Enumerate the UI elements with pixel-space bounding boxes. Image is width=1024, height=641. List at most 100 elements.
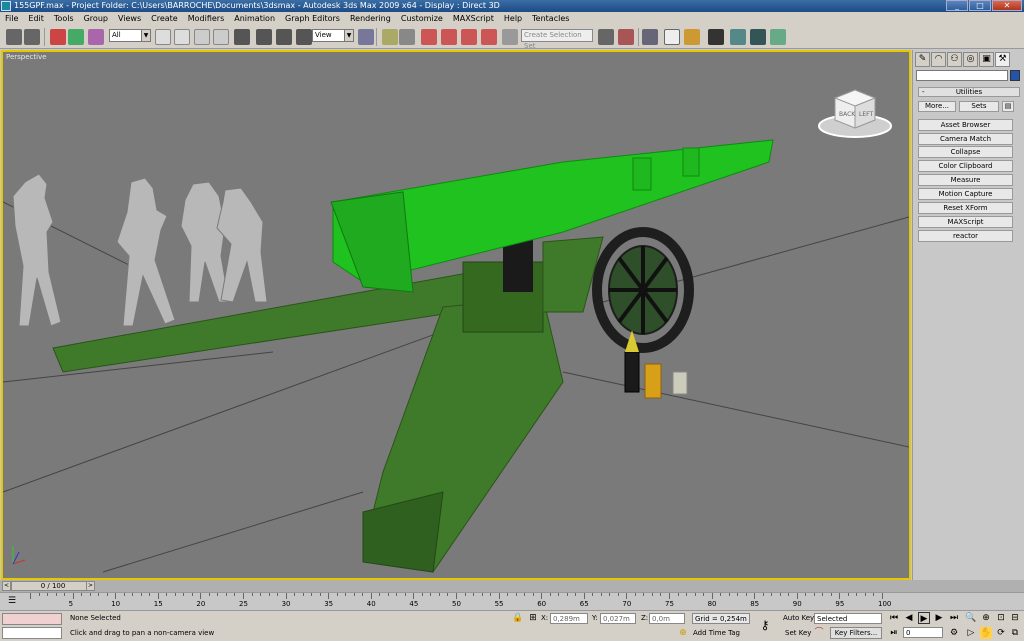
rendered-frame-window-icon[interactable] <box>750 29 766 45</box>
previous-frame-button[interactable]: < <box>2 581 11 591</box>
y-coordinate-field[interactable]: 0,027m <box>600 613 636 624</box>
set-key-button[interactable]: Set Key <box>785 628 811 639</box>
field-of-view-icon[interactable]: ▷ <box>965 627 977 639</box>
menu-customize[interactable]: Customize <box>396 12 448 25</box>
absolute-mode-icon[interactable]: ⊞ <box>527 612 539 624</box>
camera-match-button[interactable]: Camera Match <box>918 133 1013 145</box>
curve-editor-icon[interactable] <box>664 29 680 45</box>
previous-key-icon[interactable]: ◀ <box>903 612 915 624</box>
select-and-scale-icon[interactable] <box>276 29 292 45</box>
menu-file[interactable]: File <box>0 12 23 25</box>
select-and-rotate-icon[interactable] <box>256 29 272 45</box>
zoom-icon[interactable]: 🔍 <box>965 612 977 624</box>
z-coordinate-field[interactable]: 0,0m <box>649 613 685 624</box>
align-icon[interactable] <box>618 29 634 45</box>
reference-coordinate-dropdown[interactable]: View ▼ <box>312 29 354 42</box>
object-color-swatch[interactable] <box>1010 70 1020 81</box>
motion-capture-button[interactable]: Motion Capture <box>918 188 1013 200</box>
current-frame-field[interactable]: 0 <box>903 627 943 638</box>
rectangular-selection-icon[interactable] <box>194 29 210 45</box>
zoom-extents-all-icon[interactable]: ⊟ <box>1009 612 1021 624</box>
menu-graph-editors[interactable]: Graph Editors <box>280 12 345 25</box>
create-tab-icon[interactable]: ✎ <box>915 52 930 67</box>
motion-tab-icon[interactable]: ◎ <box>963 52 978 67</box>
go-to-end-icon[interactable]: ⏭ <box>948 612 960 624</box>
bind-space-warp-icon[interactable] <box>88 29 104 45</box>
menu-maxscript[interactable]: MAXScript <box>448 12 499 25</box>
undo-icon[interactable] <box>6 29 22 45</box>
auto-key-button[interactable]: Auto Key <box>783 613 814 624</box>
menu-animation[interactable]: Animation <box>229 12 280 25</box>
material-editor-icon[interactable] <box>708 29 724 45</box>
menu-rendering[interactable]: Rendering <box>345 12 396 25</box>
select-object-icon[interactable] <box>155 29 171 45</box>
viewport-label[interactable]: Perspective <box>6 53 47 61</box>
x-coordinate-field[interactable]: 0,289m <box>550 613 588 624</box>
reset-xform-button[interactable]: Reset XForm <box>918 202 1013 214</box>
key-mode-dropdown[interactable]: Selected <box>814 613 882 624</box>
add-time-tag[interactable]: Add Time Tag <box>693 628 740 639</box>
named-selection-sets-dropdown[interactable]: Create Selection Set <box>521 29 593 50</box>
object-name-field[interactable] <box>916 70 1008 81</box>
app-icon[interactable] <box>1 1 11 11</box>
select-and-squash-icon[interactable] <box>296 29 312 45</box>
window-crossing-icon[interactable] <box>213 29 229 45</box>
maximize-viewport-icon[interactable]: ⧉ <box>1009 627 1021 639</box>
use-pivot-center-icon[interactable] <box>358 29 374 45</box>
sets-button[interactable]: Sets <box>959 101 999 112</box>
configure-sets-icon[interactable]: ▤ <box>1002 101 1014 112</box>
zoom-extents-icon[interactable]: ⊡ <box>995 612 1007 624</box>
maxscript-input-mini[interactable] <box>2 627 62 639</box>
render-setup-icon[interactable] <box>730 29 746 45</box>
redo-icon[interactable] <box>24 29 40 45</box>
maxscript-button[interactable]: MAXScript <box>918 216 1013 228</box>
mirror-icon[interactable] <box>598 29 614 45</box>
go-to-start-icon[interactable]: ⏮ <box>888 612 900 624</box>
play-animation-icon[interactable]: ▶ <box>918 612 930 624</box>
quick-render-icon[interactable] <box>770 29 786 45</box>
menu-views[interactable]: Views <box>113 12 146 25</box>
edit-named-selection-icon[interactable] <box>502 29 518 45</box>
asset-browser-button[interactable]: Asset Browser <box>918 119 1013 131</box>
maximize-button[interactable]: □ <box>969 0 991 11</box>
close-button[interactable]: ✕ <box>992 0 1022 11</box>
key-mode-toggle-icon[interactable]: ⏯ <box>888 627 900 639</box>
mini-curve-editor-icon[interactable]: ☰ <box>6 595 18 607</box>
minimize-button[interactable]: _ <box>946 0 968 11</box>
menu-tentacles[interactable]: Tentacles <box>527 12 574 25</box>
soldier-figures[interactable] <box>12 173 268 327</box>
artillery-shells[interactable] <box>624 330 688 399</box>
orbit-icon[interactable]: ⟳ <box>995 627 1007 639</box>
select-and-move-icon[interactable] <box>234 29 250 45</box>
reactor-button[interactable]: reactor <box>918 230 1013 242</box>
select-and-manipulate-icon[interactable] <box>399 29 415 45</box>
select-by-name-icon[interactable] <box>174 29 190 45</box>
key-icon[interactable]: ⚷ <box>759 619 771 631</box>
menu-group[interactable]: Group <box>79 12 113 25</box>
menu-help[interactable]: Help <box>499 12 527 25</box>
display-tab-icon[interactable]: ▣ <box>979 52 994 67</box>
next-frame-button[interactable]: > <box>86 581 95 591</box>
lock-selection-icon[interactable]: 🔒 <box>512 612 524 624</box>
more-button[interactable]: More... <box>918 101 956 112</box>
modify-tab-icon[interactable]: ◠ <box>931 52 946 67</box>
layer-manager-icon[interactable] <box>642 29 658 45</box>
menu-tools[interactable]: Tools <box>49 12 79 25</box>
measure-button[interactable]: Measure <box>918 174 1013 186</box>
frame-ruler[interactable]: 5 10 15 20 25 30 35 40 45 50 55 60 65 70 75 80 85 90 95 100 <box>30 593 891 611</box>
gun-wheel[interactable] <box>592 227 694 353</box>
spinner-snap-icon[interactable] <box>481 29 497 45</box>
unlink-icon[interactable] <box>68 29 84 45</box>
schematic-view-icon[interactable] <box>684 29 700 45</box>
zoom-all-icon[interactable]: ⊕ <box>980 612 992 624</box>
view-cube[interactable]: BACK LEFT <box>818 89 892 138</box>
menu-edit[interactable]: Edit <box>23 12 49 25</box>
hierarchy-tab-icon[interactable]: ⚇ <box>947 52 962 67</box>
track-bar[interactable]: ☰ 5 10 15 20 25 30 35 40 45 50 55 60 65 70 75 80 85 90 95 1… <box>0 592 1024 610</box>
collapse-button[interactable]: Collapse <box>918 146 1013 158</box>
perspective-viewport[interactable]: BACK LEFT Perspective <box>1 50 911 580</box>
time-configuration-icon[interactable]: ⚙ <box>948 627 960 639</box>
default-in-out-tangent-icon[interactable]: ⌒ <box>813 627 825 639</box>
select-and-link-icon[interactable] <box>50 29 66 45</box>
key-filters-button[interactable]: Key Filters... <box>830 627 882 639</box>
